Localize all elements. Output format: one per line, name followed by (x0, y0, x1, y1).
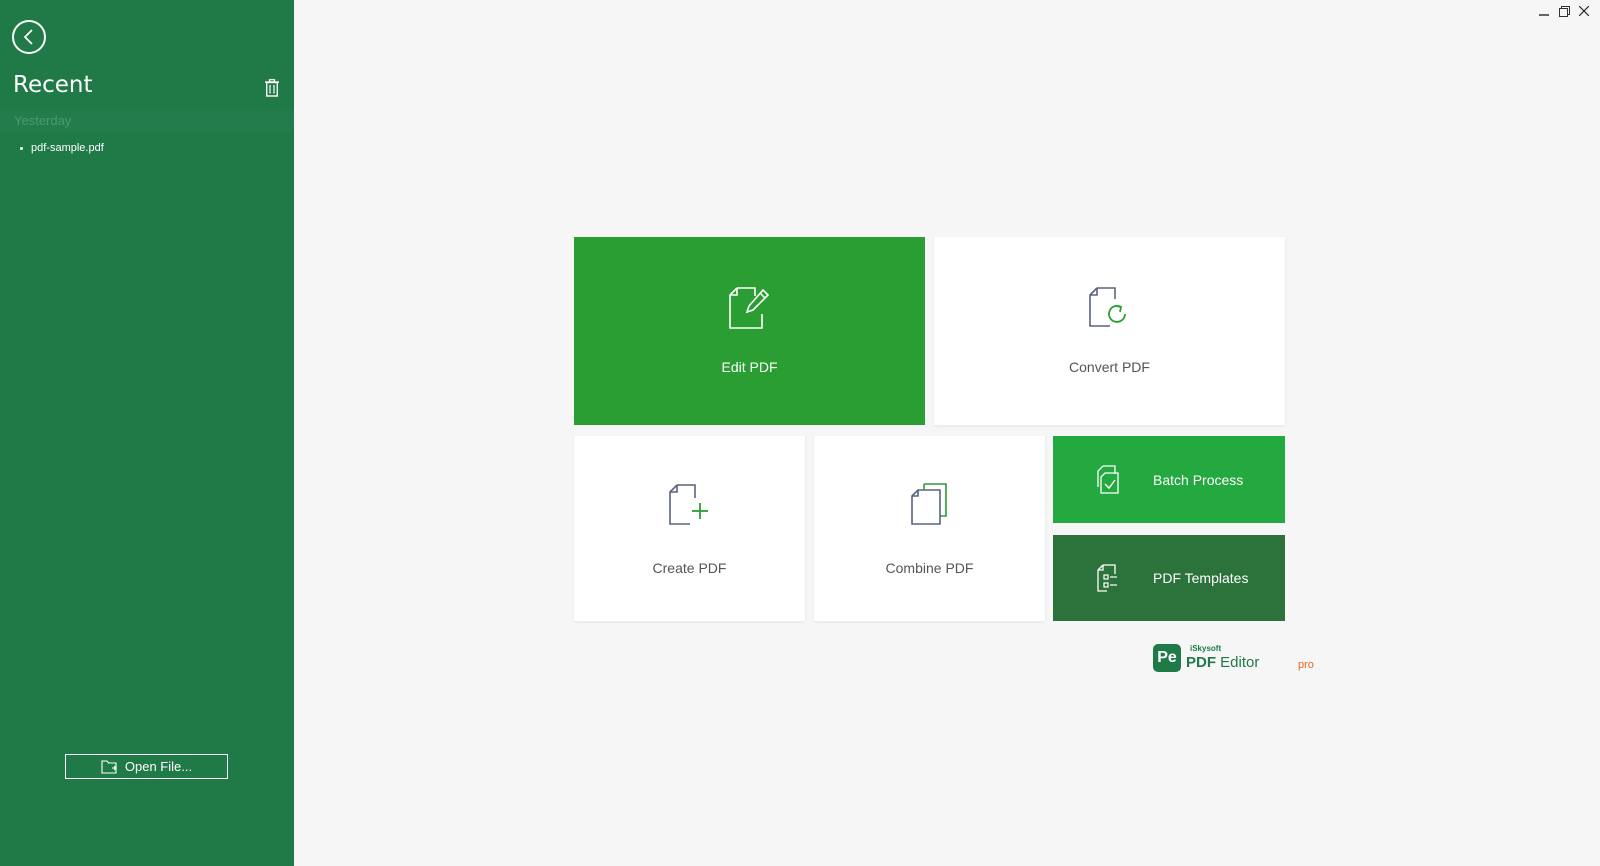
minimize-icon[interactable] (1538, 4, 1550, 18)
chevron-left-icon (23, 29, 33, 45)
close-icon[interactable] (1578, 4, 1590, 18)
pdf-templates-tile[interactable]: PDF Templates (1053, 535, 1285, 621)
combine-pdf-tile[interactable]: Combine PDF (814, 436, 1045, 621)
trash-icon[interactable] (264, 79, 280, 97)
brand-logo: Pe iSkysoft PDF Editor pro (1153, 642, 1314, 672)
recent-sidebar: Recent Yesterday pdf-sample.pdf Open Fil… (0, 0, 294, 866)
convert-pdf-label: Convert PDF (1069, 359, 1150, 375)
edit-pdf-label: Edit PDF (721, 359, 778, 375)
open-file-label: Open File... (124, 759, 193, 774)
combine-documents-icon (910, 483, 947, 525)
brand-badge: Pe (1153, 644, 1181, 672)
create-pdf-tile[interactable]: Create PDF (574, 436, 805, 621)
batch-process-label: Batch Process (1153, 471, 1244, 488)
brand-edition: pro (1298, 659, 1314, 671)
back-button[interactable] (12, 20, 46, 54)
open-file-button[interactable]: Open File... (65, 754, 228, 779)
bullet-icon (20, 146, 23, 150)
convert-document-icon (1088, 287, 1126, 327)
folder-open-icon (101, 759, 117, 774)
batch-process-icon (1097, 464, 1119, 494)
brand-name: PDF Editor (1186, 654, 1259, 671)
restore-icon[interactable] (1558, 4, 1570, 18)
brand-text: iSkysoft PDF Editor pro (1186, 644, 1314, 672)
convert-pdf-tile[interactable]: Convert PDF (934, 237, 1285, 425)
brand-maker: iSkysoft (1190, 644, 1222, 653)
pdf-templates-label: PDF Templates (1153, 570, 1249, 586)
create-pdf-label: Create PDF (652, 560, 727, 576)
edit-document-icon (728, 287, 769, 329)
recent-title: Recent (13, 72, 93, 98)
combine-pdf-label: Combine PDF (885, 560, 974, 576)
recent-group-header: Yesterday (0, 109, 294, 132)
edit-pdf-tile[interactable]: Edit PDF (574, 237, 925, 425)
brand-name-bold: PDF (1186, 654, 1216, 671)
window-controls (1538, 4, 1590, 18)
recent-file-name: pdf-sample.pdf (31, 142, 104, 154)
brand-name-thin: Editor (1220, 654, 1260, 671)
recent-file-item[interactable]: pdf-sample.pdf (20, 142, 104, 154)
create-document-icon (668, 484, 708, 525)
batch-process-tile[interactable]: Batch Process (1053, 436, 1285, 523)
templates-icon (1097, 564, 1117, 592)
